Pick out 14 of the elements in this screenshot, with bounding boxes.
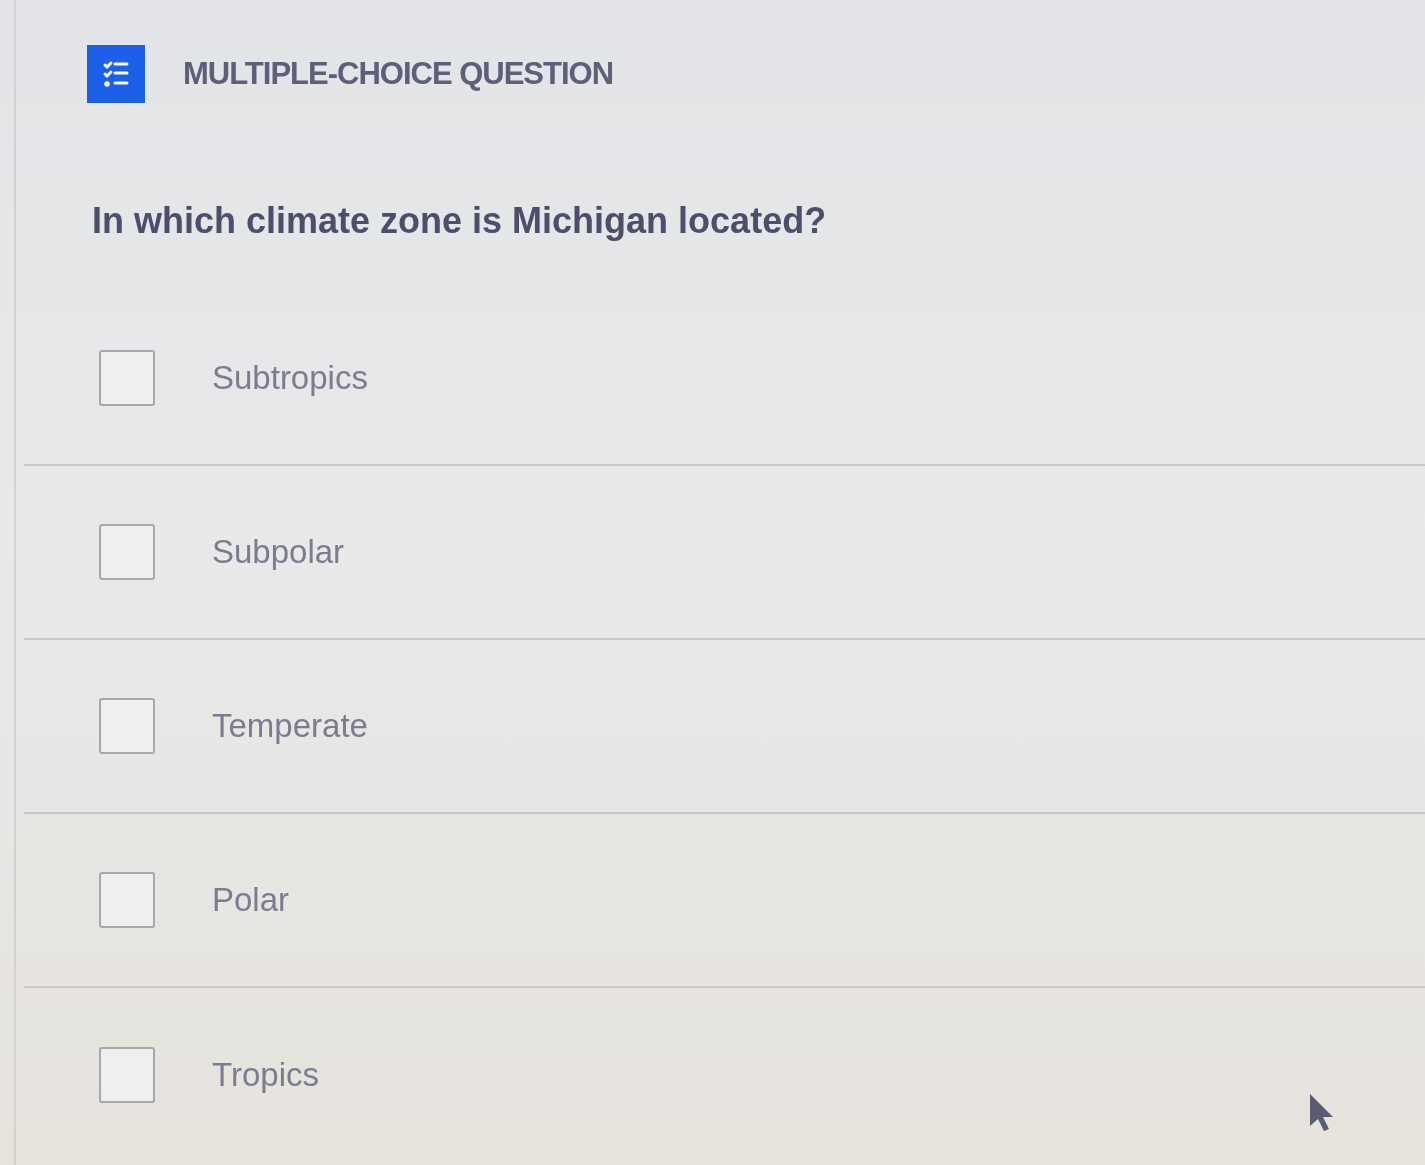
question-type-title: MULTIPLE-CHOICE QUESTION [183, 55, 614, 93]
option-label[interactable]: Subtropics [212, 358, 368, 398]
checkbox[interactable] [99, 524, 155, 580]
question-text: In which climate zone is Michigan located? [92, 199, 827, 243]
option-label[interactable]: Subpolar [212, 532, 345, 572]
checkbox[interactable] [99, 872, 155, 928]
option-label[interactable]: Temperate [212, 706, 368, 746]
option-label[interactable]: Tropics [212, 1055, 319, 1095]
checkbox[interactable] [99, 350, 155, 406]
option-label[interactable]: Polar [212, 880, 290, 920]
mouse-pointer-icon [1308, 1092, 1334, 1132]
checkbox[interactable] [99, 698, 155, 754]
checkbox[interactable] [99, 1047, 155, 1103]
checklist-icon [87, 45, 145, 103]
